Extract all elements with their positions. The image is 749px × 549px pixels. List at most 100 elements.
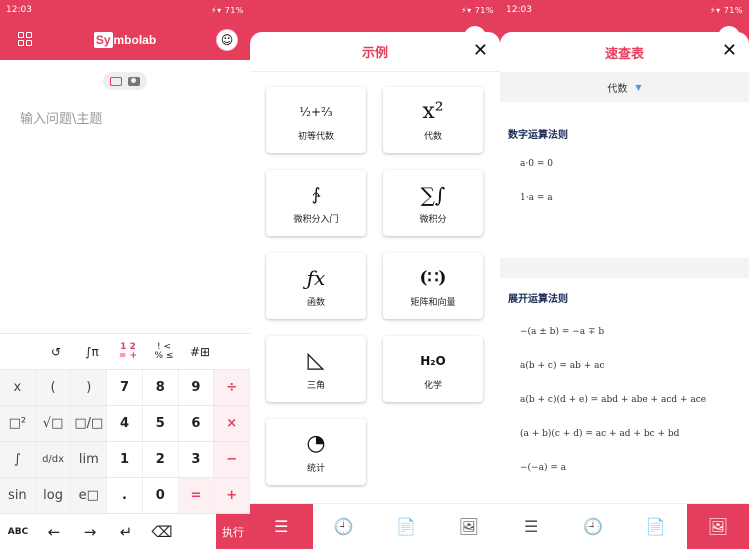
example-card[interactable]: ƒx 函数 [266, 253, 366, 319]
status-bar: 12:03 ⚡▾ 71% [0, 0, 250, 20]
key-open-paren[interactable]: ( [35, 370, 72, 405]
keyboard-tabs: ↺ ∫π 1 2 = + ! < % ≤ #⊞ [0, 333, 250, 369]
matrix-tab[interactable]: #⊞ [182, 334, 218, 370]
fraction-icon: ½+⅔ [299, 104, 333, 119]
example-card[interactable]: H₂O 化学 [383, 336, 483, 402]
problem-input[interactable]: 输入问题\主题 [20, 108, 102, 127]
example-card[interactable]: x² 代数 [383, 87, 483, 153]
keypad-row: ∫ d/dx lim 1 2 3 − [0, 441, 250, 477]
examples-sheet: 示例 ✕ ½+⅔ 初等代数 x² 代数 ∱ 微积分入门 ∑∫ 微积分 ƒx 函数 [250, 32, 500, 503]
example-card[interactable]: (∷) 矩阵和向量 [383, 253, 483, 319]
key-decimal[interactable]: . [107, 478, 143, 513]
cheatsheet-screen: 12:03 ⚡▾ 71% 速查表 ✕ 代数 ▼ 数字运算法则 a·0 = 0 1… [500, 0, 749, 549]
status-icons: ⚡▾ 71% [710, 5, 743, 15]
camera-icon[interactable] [128, 76, 140, 86]
formula: a(b + c)(d + e) = abd + abe + acd + ace [520, 395, 707, 405]
abc-button[interactable]: ABC [0, 527, 36, 537]
key-4[interactable]: 4 [107, 406, 143, 441]
formula: −(−a) = a [520, 463, 567, 473]
section-title: 数字运算法则 [508, 130, 568, 141]
key-8[interactable]: 8 [143, 370, 179, 405]
key-2[interactable]: 2 [143, 442, 179, 477]
tab-cheatsheet-icon[interactable]: 🖼 [438, 504, 501, 549]
example-card[interactable]: ∑∫ 微积分 [383, 170, 483, 236]
key-9[interactable]: 9 [179, 370, 215, 405]
arrow-right-icon[interactable]: → [72, 523, 108, 541]
card-label: 化学 [423, 380, 442, 391]
tab-history-icon[interactable]: 🕘 [562, 504, 624, 549]
key-x[interactable]: x [0, 370, 36, 405]
key-1[interactable]: 1 [107, 442, 143, 477]
card-label: 微积分入门 [293, 214, 339, 225]
example-card[interactable]: ∱ 微积分入门 [266, 170, 366, 236]
key-multiply[interactable]: × [214, 406, 250, 441]
matrix-icon: (∷) [419, 267, 447, 288]
arrow-left-icon[interactable]: ← [36, 523, 72, 541]
history-tab-icon[interactable]: ↺ [38, 334, 74, 370]
example-card[interactable]: ½+⅔ 初等代数 [266, 87, 366, 153]
close-icon[interactable]: ✕ [722, 40, 737, 61]
calculus-tab[interactable]: ∫π [74, 334, 110, 370]
key-square[interactable]: □² [0, 406, 36, 441]
key-5[interactable]: 5 [143, 406, 179, 441]
card-label: 三角 [306, 380, 325, 391]
avatar[interactable]: ☺ [216, 29, 238, 51]
key-limit[interactable]: lim [71, 442, 108, 477]
symbolab-logo: Sy mbolab [93, 32, 157, 48]
key-derivative[interactable]: d/dx [35, 442, 72, 477]
tab-list-icon[interactable]: ☰ [250, 504, 313, 549]
key-6[interactable]: 6 [179, 406, 215, 441]
relations-tab[interactable]: ! < % ≤ [146, 334, 182, 370]
status-icons: ⚡▾ 71% [461, 5, 494, 15]
tab-notebook-icon[interactable]: 📄 [375, 504, 438, 549]
bottom-tab-bar: ☰ 🕘 📄 🖼 [250, 503, 500, 549]
keyboard-icon[interactable] [110, 76, 122, 86]
numbers-tab[interactable]: 1 2 = + [110, 334, 146, 370]
backspace-icon[interactable]: ⌫ [144, 523, 180, 541]
key-3[interactable]: 3 [179, 442, 215, 477]
topic-dropdown[interactable]: 代数 ▼ [500, 72, 749, 102]
example-card[interactable]: ◔ 统计 [266, 419, 366, 485]
key-sin[interactable]: sin [0, 478, 36, 513]
formula: a·0 = 0 [520, 159, 553, 169]
key-plus[interactable]: + [214, 478, 250, 513]
tab-cheatsheet-icon[interactable]: 🖼 [686, 504, 749, 549]
key-exp[interactable]: e□ [71, 478, 108, 513]
dropdown-value: 代数 [607, 83, 628, 95]
key-7[interactable]: 7 [107, 370, 143, 405]
keypad: x ( ) 7 8 9 ÷ □² √□ □/□ 4 5 6 × ∫ d/dx l… [0, 369, 250, 513]
key-divide[interactable]: ÷ [214, 370, 250, 405]
cheatsheet-sheet: 速查表 ✕ 代数 ▼ 数字运算法则 a·0 = 0 1·a = a 展开运算法则… [500, 32, 749, 503]
enter-icon[interactable]: ↵ [108, 523, 144, 541]
key-integral[interactable]: ∫ [0, 442, 36, 477]
key-minus[interactable]: − [214, 442, 250, 477]
sheet-header: 示例 ✕ [250, 32, 500, 72]
key-close-paren[interactable]: ) [71, 370, 108, 405]
card-label: 统计 [306, 463, 325, 474]
sheet-header: 速查表 ✕ [500, 32, 749, 72]
sheet-title: 速查表 [604, 46, 644, 62]
tab-notebook-icon[interactable]: 📄 [625, 504, 687, 549]
status-bar: 12:03 ⚡▾ 71% [500, 0, 749, 20]
formula: −(a ± b) = −a ∓ b [520, 327, 605, 337]
keypad-row: x ( ) 7 8 9 ÷ [0, 369, 250, 405]
key-0[interactable]: 0 [143, 478, 179, 513]
key-fraction[interactable]: □/□ [71, 406, 108, 441]
status-time: 12:03 [506, 5, 532, 15]
example-card[interactable]: ◺ 三角 [266, 336, 366, 402]
chevron-down-icon: ▼ [635, 82, 642, 92]
pie-chart-icon: ◔ [306, 431, 326, 456]
menu-grid-icon[interactable] [18, 32, 32, 46]
tab-list-icon[interactable]: ☰ [500, 504, 562, 549]
tab-history-icon[interactable]: 🕘 [313, 504, 376, 549]
function-icon: ƒx [306, 265, 326, 290]
key-equals[interactable]: = [178, 478, 215, 513]
card-label: 初等代数 [297, 131, 334, 142]
key-sqrt[interactable]: √□ [35, 406, 72, 441]
input-mode-toggle[interactable] [103, 72, 147, 90]
key-log[interactable]: log [35, 478, 72, 513]
close-icon[interactable]: ✕ [473, 40, 488, 61]
execute-button[interactable]: 执行 [216, 514, 250, 549]
chemistry-icon: H₂O [420, 353, 446, 368]
calculator-screen: 12:03 ⚡▾ 71% Sy mbolab ☺ 输入问题\主题 ↺ ∫π 1 2… [0, 0, 250, 549]
